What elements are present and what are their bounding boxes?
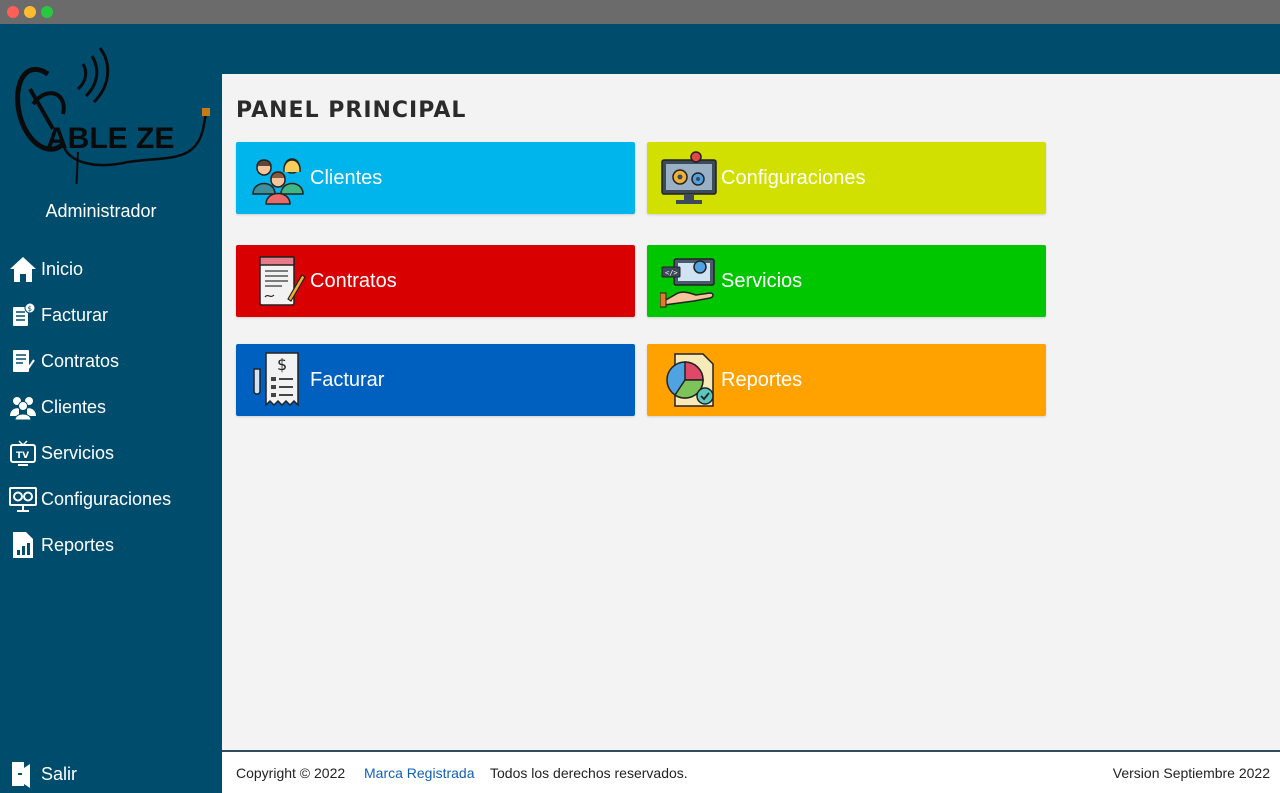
tile-configuraciones[interactable]: Configuraciones: [647, 142, 1046, 214]
monitor-gears-icon: [659, 148, 719, 208]
home-icon: [8, 254, 38, 284]
logo-text: ABLE ZE: [46, 122, 174, 155]
contract-icon: [8, 346, 38, 376]
sidebar: ABLE ZE Administrador Inicio $ Facturar …: [0, 24, 222, 793]
sidebar-item-label: Inicio: [41, 258, 84, 279]
header-band: [222, 24, 1280, 74]
sidebar-item-inicio[interactable]: Inicio: [8, 252, 83, 286]
pie-report-icon: [659, 350, 719, 410]
window-titlebar: [0, 0, 1280, 24]
tile-label: Clientes: [310, 166, 383, 189]
tile-label: Facturar: [310, 368, 385, 391]
report-icon: [8, 530, 38, 560]
sidebar-item-label: Clientes: [41, 396, 107, 417]
sidebar-item-label: Reportes: [41, 534, 115, 555]
footer-copyright: Copyright © 2022: [236, 765, 346, 781]
logout-label: Salir: [41, 763, 78, 784]
tv-icon: TV: [8, 438, 38, 468]
contract-document-icon: [248, 251, 308, 311]
sidebar-item-label: Contratos: [41, 350, 120, 371]
maximize-window-button[interactable]: [41, 6, 53, 18]
main-panel: PANEL PRINCIPAL Clientes Configuraciones…: [222, 74, 1280, 750]
sidebar-item-facturar[interactable]: $ Facturar: [8, 298, 108, 332]
svg-text:$: $: [28, 305, 32, 313]
tile-reportes[interactable]: Reportes: [647, 344, 1046, 416]
tile-label: Contratos: [310, 269, 397, 292]
tile-label: Reportes: [721, 368, 803, 391]
svg-text:</>: </>: [665, 269, 678, 277]
footer-version: Version Septiembre 2022: [1112, 765, 1270, 781]
logout-icon: [8, 759, 38, 789]
sidebar-item-contratos[interactable]: Contratos: [8, 344, 119, 378]
minimize-window-button[interactable]: [24, 6, 36, 18]
user-role: Administrador: [45, 201, 157, 221]
tile-label: Configuraciones: [721, 166, 866, 189]
sidebar-item-label: Facturar: [41, 304, 109, 325]
users-icon: [8, 392, 38, 422]
tile-servicios[interactable]: </> Servicios: [647, 245, 1046, 317]
service-hand-icon: </>: [659, 251, 719, 311]
close-window-button[interactable]: [7, 6, 19, 18]
page-title: PANEL PRINCIPAL: [236, 98, 467, 123]
invoice-icon: $: [8, 300, 38, 330]
sidebar-item-servicios[interactable]: TV Servicios: [8, 436, 114, 470]
cable-logo: ABLE ZE: [15, 47, 210, 184]
clients-group-icon: [248, 148, 308, 208]
sidebar-item-configuraciones[interactable]: Configuraciones: [8, 482, 171, 516]
settings-monitor-icon: [8, 484, 38, 514]
footer-brand-link[interactable]: Marca Registrada: [364, 765, 475, 781]
footer-rights: Todos los derechos reservados.: [490, 765, 688, 781]
sidebar-item-reportes[interactable]: Reportes: [8, 528, 114, 562]
footer: Copyright © 2022 Marca Registrada Todos …: [222, 750, 1280, 793]
tile-contratos[interactable]: Contratos: [236, 245, 635, 317]
logout-button[interactable]: Salir: [8, 757, 77, 791]
svg-text:$: $: [277, 355, 287, 374]
tile-label: Servicios: [721, 269, 803, 292]
tile-facturar[interactable]: $ Facturar: [236, 344, 635, 416]
tile-clientes[interactable]: Clientes: [236, 142, 635, 214]
sidebar-item-label: Servicios: [41, 442, 115, 463]
sidebar-item-clientes[interactable]: Clientes: [8, 390, 106, 424]
invoice-receipt-icon: $: [248, 350, 308, 410]
sidebar-item-label: Configuraciones: [41, 488, 172, 509]
svg-text:TV: TV: [16, 451, 29, 461]
